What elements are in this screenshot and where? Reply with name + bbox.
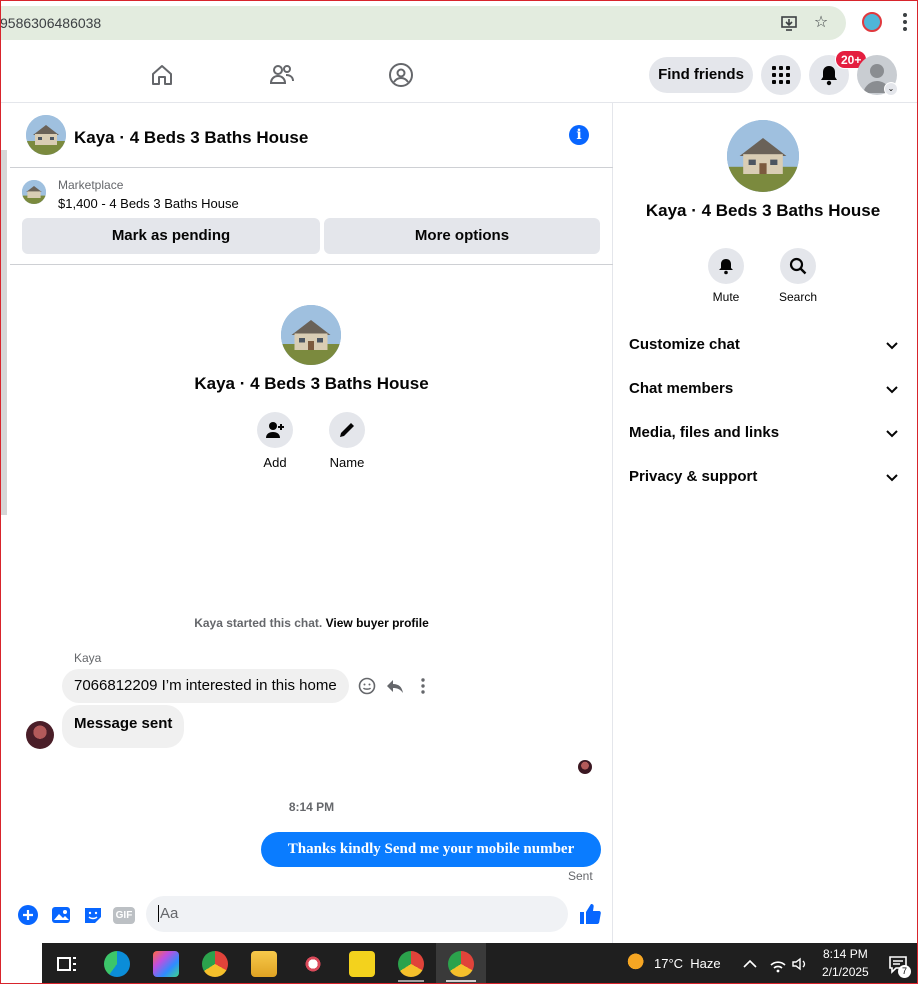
browser-toolbar: 9586306486038 ☆ xyxy=(0,0,918,46)
chat-members-section[interactable]: Chat members xyxy=(629,380,899,404)
weather-icon[interactable] xyxy=(620,951,646,977)
info-panel-photo[interactable] xyxy=(727,120,799,192)
snipping-tool-icon[interactable] xyxy=(300,951,326,977)
add-person-icon xyxy=(266,422,284,438)
url-text[interactable]: 9586306486038 xyxy=(0,15,101,31)
chat-started-notice: Kaya started this chat. View buyer profi… xyxy=(10,616,613,630)
chevron-down-icon xyxy=(886,386,898,394)
chat-info-panel: Kaya · 4 Beds 3 Baths House Mute Search … xyxy=(614,103,918,943)
wifi-icon[interactable] xyxy=(768,951,788,977)
conversation-photo[interactable] xyxy=(281,305,341,365)
message-placeholder: Aa xyxy=(158,905,179,922)
mute-label: Mute xyxy=(712,290,740,304)
pencil-icon xyxy=(340,423,354,437)
message-timestamp: 8:14 PM xyxy=(288,800,335,814)
mute-action[interactable]: Mute xyxy=(696,248,756,304)
bookmark-star-icon[interactable]: ☆ xyxy=(812,14,830,32)
chrome-active-icon[interactable] xyxy=(448,951,474,977)
bell-icon xyxy=(719,259,733,275)
react-emoji-icon[interactable] xyxy=(357,676,377,696)
extension-icon[interactable] xyxy=(862,12,882,32)
name-chat-action[interactable]: Name xyxy=(317,412,377,470)
listing-thumbnail[interactable] xyxy=(26,115,66,155)
address-bar[interactable]: 9586306486038 ☆ xyxy=(0,6,846,40)
browser-menu-icon[interactable] xyxy=(902,11,908,35)
copilot-icon[interactable] xyxy=(153,951,179,977)
gif-button[interactable]: GIF xyxy=(113,907,135,924)
windows-taskbar: 17°C Haze 8:14 PM 2/1/2025 7 xyxy=(0,943,918,984)
info-panel-title: Kaya · 4 Beds 3 Baths House xyxy=(645,201,881,220)
add-label: Add xyxy=(263,455,287,470)
info-icon[interactable]: i xyxy=(569,125,589,145)
sent-status: Sent xyxy=(568,869,593,883)
search-action[interactable]: Search xyxy=(768,248,828,304)
section-label: Customize chat xyxy=(629,336,740,353)
privacy-support-section[interactable]: Privacy & support xyxy=(629,468,899,492)
chat-header: Kaya · 4 Beds 3 Baths House i xyxy=(10,103,613,168)
message-input[interactable]: Aa xyxy=(146,896,696,932)
chat-pane: Kaya · 4 Beds 3 Baths House i Marketplac… xyxy=(10,103,696,943)
clock-time[interactable]: 8:14 PM xyxy=(823,947,868,961)
listing-price-title[interactable]: $1,400 - 4 Beds 3 Baths House xyxy=(58,196,239,211)
photo-icon[interactable] xyxy=(50,904,72,926)
chat-title[interactable]: Kaya · 4 Beds 3 Baths House xyxy=(74,128,308,148)
sticky-notes-icon[interactable] xyxy=(349,951,375,977)
clock-date[interactable]: 2/1/2025 xyxy=(822,965,869,979)
notification-count-badge: 7 xyxy=(898,965,911,978)
search-label: Search xyxy=(778,290,818,304)
chevron-down-icon xyxy=(886,342,898,350)
chevron-down-icon xyxy=(886,474,898,482)
chat-started-text: Kaya started this chat. xyxy=(194,616,323,630)
read-receipt-avatar xyxy=(578,760,592,774)
message-composer: GIF Aa xyxy=(10,893,696,939)
section-label: Privacy & support xyxy=(629,468,758,485)
friends-icon[interactable] xyxy=(269,62,295,88)
install-app-icon[interactable] xyxy=(780,14,798,32)
volume-icon[interactable] xyxy=(790,951,810,977)
chrome-icon[interactable] xyxy=(202,951,228,977)
sender-name: Kaya xyxy=(74,651,102,665)
running-indicator xyxy=(398,980,424,982)
section-label: Chat members xyxy=(629,380,734,397)
search-icon xyxy=(789,257,807,275)
name-label: Name xyxy=(329,455,365,470)
left-scrollbar[interactable] xyxy=(0,150,7,515)
reply-icon[interactable] xyxy=(385,676,405,696)
file-explorer-icon[interactable] xyxy=(251,951,277,977)
grid-icon xyxy=(772,66,790,84)
edge-icon[interactable] xyxy=(104,951,130,977)
incoming-message[interactable]: Message sent xyxy=(62,705,185,748)
weather-text[interactable]: 17°C Haze xyxy=(654,956,721,971)
menu-grid-button[interactable] xyxy=(761,55,801,95)
outgoing-message[interactable]: Thanks kindly Send me your mobile number xyxy=(261,832,601,867)
customize-chat-section[interactable]: Customize chat xyxy=(629,336,899,360)
media-files-links-section[interactable]: Media, files and links xyxy=(629,424,899,448)
conversation-title: Kaya · 4 Beds 3 Baths House xyxy=(194,374,429,393)
task-view-icon[interactable] xyxy=(54,951,80,977)
chrome-profile-icon[interactable] xyxy=(398,951,424,977)
chevron-down-icon xyxy=(886,430,898,438)
taskbar-corner xyxy=(0,943,42,984)
running-indicator xyxy=(446,980,476,982)
find-friends-button[interactable]: Find friends xyxy=(649,57,753,93)
plus-circle-icon[interactable] xyxy=(17,904,39,926)
marketplace-label: Marketplace xyxy=(58,178,124,192)
mark-as-pending-button[interactable]: Mark as pending xyxy=(22,218,320,254)
add-people-action[interactable]: Add xyxy=(245,412,305,470)
home-icon[interactable] xyxy=(149,62,175,88)
message-more-icon[interactable] xyxy=(413,676,433,696)
incoming-message[interactable]: 7066812209 I’m interested in this home xyxy=(62,669,349,703)
view-buyer-profile-link[interactable]: View buyer profile xyxy=(326,616,429,630)
groups-icon[interactable] xyxy=(388,62,414,88)
more-options-button[interactable]: More options xyxy=(324,218,600,254)
section-label: Media, files and links xyxy=(629,424,780,441)
chevron-up-icon[interactable] xyxy=(740,951,760,977)
sticker-icon[interactable] xyxy=(82,904,104,926)
account-chevron-icon[interactable]: ⌄ xyxy=(884,82,898,96)
sender-avatar[interactable] xyxy=(26,721,54,749)
marketplace-panel: Marketplace $1,400 - 4 Beds 3 Baths Hous… xyxy=(10,168,613,265)
like-thumb-icon[interactable] xyxy=(578,902,602,926)
listing-small-thumbnail[interactable] xyxy=(22,180,46,204)
